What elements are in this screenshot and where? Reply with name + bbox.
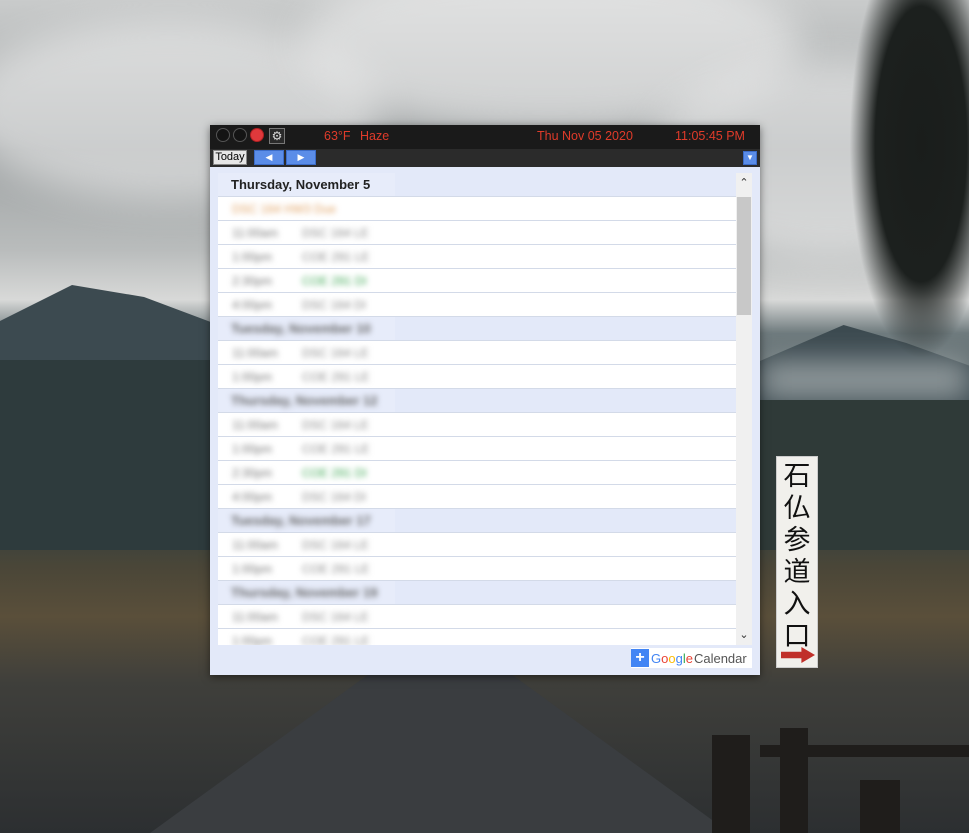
weather-condition: Haze (360, 129, 390, 143)
event-title: COE 291 LE (302, 561, 370, 576)
agenda-event-row[interactable]: 2:30pm COE 291 DI (218, 269, 736, 293)
google-calendar-link[interactable]: + Google Calendar (631, 648, 752, 668)
event-title: COE 291 DI (302, 273, 367, 288)
event-title: DSC 164 LE (302, 537, 369, 552)
dropdown-arrow-icon[interactable]: ▼ (743, 151, 757, 165)
event-time: 1:00pm (232, 561, 273, 576)
event-time: 1:00pm (232, 249, 273, 264)
current-time: 11:05:45 PM (675, 129, 745, 143)
event-title: DSC 164 LE (302, 345, 369, 360)
agenda-list[interactable]: Thursday, November 5 DSC 164 HW3 Due 11:00… (218, 173, 736, 645)
today-button[interactable]: Today (213, 150, 247, 165)
scroll-down-icon[interactable]: ⌄ (736, 625, 752, 645)
agenda-event-row[interactable]: 1:00pm COE 291 LE (218, 557, 736, 581)
event-title: COE 291 LE (302, 369, 370, 384)
agenda-day-header: Tuesday, November 10 (218, 317, 736, 341)
event-time: 1:00pm (232, 369, 273, 384)
agenda-event-row[interactable]: 11:00am DSC 164 LE (218, 413, 736, 437)
event-title: DSC 164 LE (302, 609, 369, 624)
event-time: 4:00pm (232, 489, 273, 504)
widget-titlebar[interactable]: ⚙ 63°F Haze Thu Nov 05 2020 11:05:45 PM (210, 125, 760, 149)
window-button-1[interactable] (216, 128, 230, 142)
event-title: COE 291 DI (302, 465, 367, 480)
event-title: DSC 164 HW3 Due (232, 201, 337, 216)
agenda-event-row[interactable]: 11:00am DSC 164 LE (218, 605, 736, 629)
calendar-label: Calendar (693, 650, 747, 666)
agenda-event-row[interactable]: 4:00pm DSC 164 DI (218, 485, 736, 509)
event-title: COE 291 LE (302, 633, 370, 646)
day-label: Thursday, November 5 (231, 177, 371, 192)
window-button-2[interactable] (233, 128, 247, 142)
scroll-up-icon[interactable]: ⌃ (736, 173, 752, 193)
calendar-navbar: Today ◀ ▶ ▼ (210, 149, 760, 167)
agenda-day-header: Thursday, November 5 (218, 173, 736, 197)
temperature: 63°F (324, 129, 351, 143)
event-title: COE 291 LE (302, 249, 370, 264)
event-time: 4:00pm (232, 297, 273, 312)
agenda-event-row[interactable]: DSC 164 HW3 Due (218, 197, 736, 221)
day-label: Tuesday, November 10 (231, 321, 371, 336)
event-title: DSC 164 LE (302, 225, 369, 240)
event-time: 11:00am (232, 609, 278, 624)
agenda-event-row[interactable]: 2:30pm COE 291 DI (218, 461, 736, 485)
stone-buddha-entrance-sign: 石 仏 参 道 入 口 (776, 456, 818, 668)
gear-icon[interactable]: ⚙ (269, 128, 285, 144)
event-title: DSC 164 DI (302, 489, 367, 504)
agenda-event-row[interactable]: 1:00pm COE 291 LE (218, 437, 736, 461)
event-time: 1:00pm (232, 633, 273, 646)
current-date: Thu Nov 05 2020 (537, 129, 633, 143)
day-label: Thursday, November 12 (231, 393, 378, 408)
agenda-event-row[interactable]: 11:00am DSC 164 LE (218, 221, 736, 245)
plus-icon[interactable]: + (631, 649, 649, 667)
agenda-day-header: Tuesday, November 17 (218, 509, 736, 533)
scrollbar-thumb[interactable] (737, 197, 751, 315)
event-time: 11:00am (232, 225, 278, 240)
event-time: 11:00am (232, 537, 278, 552)
event-title: DSC 164 LE (302, 417, 369, 432)
event-time: 2:30pm (232, 273, 273, 288)
agenda-event-row[interactable]: 1:00pm COE 291 LE (218, 629, 736, 645)
event-time: 1:00pm (232, 441, 273, 456)
agenda-event-row[interactable]: 1:00pm COE 291 LE (218, 245, 736, 269)
agenda-event-row[interactable]: 11:00am DSC 164 LE (218, 533, 736, 557)
agenda-scrollbar[interactable]: ⌃ ⌄ (736, 173, 752, 645)
previous-arrow-icon[interactable]: ◀ (254, 150, 284, 165)
event-title: DSC 164 DI (302, 297, 367, 312)
next-arrow-icon[interactable]: ▶ (286, 150, 316, 165)
close-button[interactable] (250, 128, 264, 142)
event-time: 11:00am (232, 345, 278, 360)
agenda-panel: Thursday, November 5 DSC 164 HW3 Due 11:00… (210, 167, 760, 675)
calendar-widget: ⚙ 63°F Haze Thu Nov 05 2020 11:05:45 PM … (210, 125, 760, 675)
event-time: 2:30pm (232, 465, 273, 480)
event-title: COE 291 LE (302, 441, 370, 456)
day-label: Tuesday, November 17 (231, 513, 371, 528)
agenda-event-row[interactable]: 1:00pm COE 291 LE (218, 365, 736, 389)
agenda-event-row[interactable]: 4:00pm DSC 164 DI (218, 293, 736, 317)
event-time: 11:00am (232, 417, 278, 432)
google-logo: Google (651, 650, 693, 666)
agenda-day-header: Thursday, November 19 (218, 581, 736, 605)
agenda-event-row[interactable]: 11:00am DSC 164 LE (218, 341, 736, 365)
agenda-day-header: Thursday, November 12 (218, 389, 736, 413)
day-label: Thursday, November 19 (231, 585, 378, 600)
